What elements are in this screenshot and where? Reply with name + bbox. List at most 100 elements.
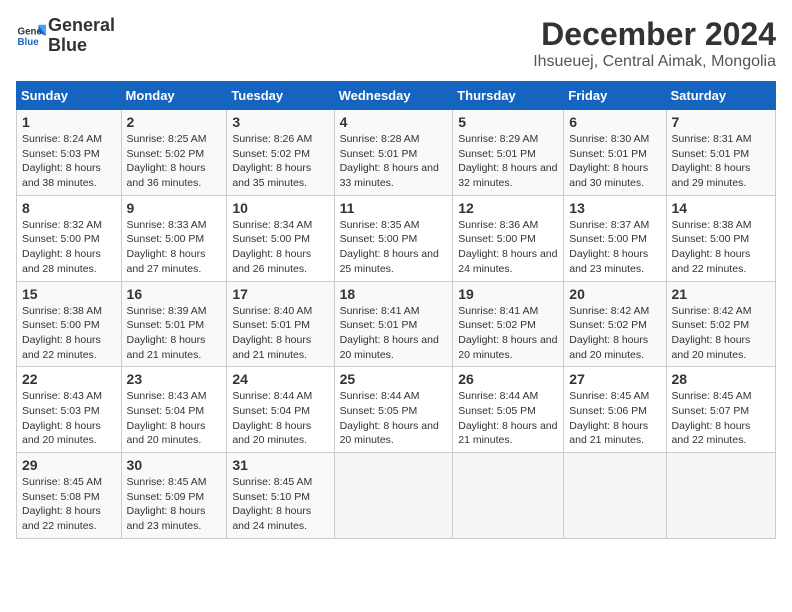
calendar-cell: 5 Sunrise: 8:29 AMSunset: 5:01 PMDaylight… xyxy=(453,110,564,196)
calendar-cell: 16Sunrise: 8:39 AMSunset: 5:01 PMDayligh… xyxy=(121,281,227,367)
calendar-cell: 22 Sunrise: 8:43 AMSunset: 5:03 PMDayligh… xyxy=(17,367,122,453)
calendar-cell: 10 Sunrise: 8:34 AMSunset: 5:00 PMDayligh… xyxy=(227,195,334,281)
day-number: 23 xyxy=(127,371,222,387)
calendar-cell xyxy=(564,453,666,539)
day-number: 21 xyxy=(672,286,770,302)
page-subtitle: Ihsueuej, Central Aimak, Mongolia xyxy=(533,53,776,71)
day-number: 19 xyxy=(458,286,558,302)
calendar-cell: 15 Sunrise: 8:38 AMSunset: 5:00 PMDayligh… xyxy=(17,281,122,367)
day-number: 20 xyxy=(569,286,660,302)
col-header-saturday: Saturday xyxy=(666,82,775,110)
col-header-wednesday: Wednesday xyxy=(334,82,453,110)
day-number: 18 xyxy=(340,286,448,302)
day-info: Sunrise: 8:41 AMSunset: 5:02 PMDaylight:… xyxy=(458,304,558,363)
day-number: 13 xyxy=(569,200,660,216)
day-number: 25 xyxy=(340,371,448,387)
day-number: 31 xyxy=(232,457,328,473)
calendar-cell: 14Sunrise: 8:38 AMSunset: 5:00 PMDayligh… xyxy=(666,195,775,281)
calendar-cell xyxy=(666,453,775,539)
day-info: Sunrise: 8:39 AMSunset: 5:01 PMDaylight:… xyxy=(127,304,222,363)
day-info: Sunrise: 8:43 AMSunset: 5:04 PMDaylight:… xyxy=(127,389,222,448)
day-info: Sunrise: 8:32 AMSunset: 5:00 PMDaylight:… xyxy=(22,218,116,277)
header-section: General Blue General Blue December 2024 … xyxy=(16,16,776,71)
day-info: Sunrise: 8:45 AMSunset: 5:09 PMDaylight:… xyxy=(127,475,222,534)
title-block: December 2024 Ihsueuej, Central Aimak, M… xyxy=(533,16,776,71)
day-number: 7 xyxy=(672,114,770,130)
day-info: Sunrise: 8:41 AMSunset: 5:01 PMDaylight:… xyxy=(340,304,448,363)
day-number: 3 xyxy=(232,114,328,130)
page-title: December 2024 xyxy=(533,16,776,53)
day-number: 12 xyxy=(458,200,558,216)
day-info: Sunrise: 8:29 AMSunset: 5:01 PMDaylight:… xyxy=(458,132,558,191)
day-info: Sunrise: 8:44 AMSunset: 5:05 PMDaylight:… xyxy=(458,389,558,448)
day-number: 29 xyxy=(22,457,116,473)
calendar-cell: 31 Sunrise: 8:45 AMSunset: 5:10 PMDayligh… xyxy=(227,453,334,539)
day-info: Sunrise: 8:40 AMSunset: 5:01 PMDaylight:… xyxy=(232,304,328,363)
day-number: 26 xyxy=(458,371,558,387)
day-number: 10 xyxy=(232,200,328,216)
day-number: 1 xyxy=(22,114,116,130)
calendar-cell: 13Sunrise: 8:37 AMSunset: 5:00 PMDayligh… xyxy=(564,195,666,281)
calendar-cell: 17 Sunrise: 8:40 AMSunset: 5:01 PMDayligh… xyxy=(227,281,334,367)
calendar-cell: 24Sunrise: 8:44 AMSunset: 5:04 PMDayligh… xyxy=(227,367,334,453)
day-info: Sunrise: 8:31 AMSunset: 5:01 PMDaylight:… xyxy=(672,132,770,191)
day-number: 11 xyxy=(340,200,448,216)
day-number: 9 xyxy=(127,200,222,216)
calendar-cell: 30Sunrise: 8:45 AMSunset: 5:09 PMDayligh… xyxy=(121,453,227,539)
calendar-cell: 26 Sunrise: 8:44 AMSunset: 5:05 PMDayligh… xyxy=(453,367,564,453)
calendar-cell: 18 Sunrise: 8:41 AMSunset: 5:01 PMDayligh… xyxy=(334,281,453,367)
day-number: 22 xyxy=(22,371,116,387)
calendar-table: SundayMondayTuesdayWednesdayThursdayFrid… xyxy=(16,81,776,539)
calendar-cell: 6 Sunrise: 8:30 AMSunset: 5:01 PMDaylight… xyxy=(564,110,666,196)
col-header-tuesday: Tuesday xyxy=(227,82,334,110)
calendar-cell: 2 Sunrise: 8:25 AMSunset: 5:02 PMDaylight… xyxy=(121,110,227,196)
day-info: Sunrise: 8:33 AMSunset: 5:00 PMDaylight:… xyxy=(127,218,222,277)
calendar-cell xyxy=(453,453,564,539)
day-info: Sunrise: 8:38 AMSunset: 5:00 PMDaylight:… xyxy=(22,304,116,363)
logo-line1: General xyxy=(48,16,115,36)
svg-text:Blue: Blue xyxy=(18,37,40,48)
col-header-thursday: Thursday xyxy=(453,82,564,110)
day-info: Sunrise: 8:42 AMSunset: 5:02 PMDaylight:… xyxy=(569,304,660,363)
day-info: Sunrise: 8:24 AMSunset: 5:03 PMDaylight:… xyxy=(22,132,116,191)
col-header-friday: Friday xyxy=(564,82,666,110)
day-info: Sunrise: 8:28 AMSunset: 5:01 PMDaylight:… xyxy=(340,132,448,191)
day-number: 2 xyxy=(127,114,222,130)
calendar-cell: 23 Sunrise: 8:43 AMSunset: 5:04 PMDayligh… xyxy=(121,367,227,453)
day-number: 4 xyxy=(340,114,448,130)
calendar-cell: 19 Sunrise: 8:41 AMSunset: 5:02 PMDayligh… xyxy=(453,281,564,367)
logo-line2: Blue xyxy=(48,36,115,56)
day-info: Sunrise: 8:42 AMSunset: 5:02 PMDaylight:… xyxy=(672,304,770,363)
calendar-cell: 21 Sunrise: 8:42 AMSunset: 5:02 PMDayligh… xyxy=(666,281,775,367)
col-header-monday: Monday xyxy=(121,82,227,110)
day-info: Sunrise: 8:36 AMSunset: 5:00 PMDaylight:… xyxy=(458,218,558,277)
calendar-cell: 29 Sunrise: 8:45 AMSunset: 5:08 PMDayligh… xyxy=(17,453,122,539)
calendar-cell: 11 Sunrise: 8:35 AMSunset: 5:00 PMDayligh… xyxy=(334,195,453,281)
day-number: 24 xyxy=(232,371,328,387)
day-number: 8 xyxy=(22,200,116,216)
day-number: 17 xyxy=(232,286,328,302)
day-number: 5 xyxy=(458,114,558,130)
day-info: Sunrise: 8:45 AMSunset: 5:07 PMDaylight:… xyxy=(672,389,770,448)
calendar-cell: 3Sunrise: 8:26 AMSunset: 5:02 PMDaylight… xyxy=(227,110,334,196)
day-info: Sunrise: 8:25 AMSunset: 5:02 PMDaylight:… xyxy=(127,132,222,191)
calendar-cell: 7 Sunrise: 8:31 AMSunset: 5:01 PMDaylight… xyxy=(666,110,775,196)
col-header-sunday: Sunday xyxy=(17,82,122,110)
calendar-cell: 20 Sunrise: 8:42 AMSunset: 5:02 PMDayligh… xyxy=(564,281,666,367)
day-info: Sunrise: 8:45 AMSunset: 5:06 PMDaylight:… xyxy=(569,389,660,448)
day-info: Sunrise: 8:45 AMSunset: 5:08 PMDaylight:… xyxy=(22,475,116,534)
day-info: Sunrise: 8:35 AMSunset: 5:00 PMDaylight:… xyxy=(340,218,448,277)
day-number: 6 xyxy=(569,114,660,130)
day-info: Sunrise: 8:44 AMSunset: 5:05 PMDaylight:… xyxy=(340,389,448,448)
day-number: 14 xyxy=(672,200,770,216)
calendar-cell: 25 Sunrise: 8:44 AMSunset: 5:05 PMDayligh… xyxy=(334,367,453,453)
logo: General Blue General Blue xyxy=(16,16,115,56)
day-info: Sunrise: 8:30 AMSunset: 5:01 PMDaylight:… xyxy=(569,132,660,191)
day-number: 15 xyxy=(22,286,116,302)
day-info: Sunrise: 8:43 AMSunset: 5:03 PMDaylight:… xyxy=(22,389,116,448)
day-info: Sunrise: 8:45 AMSunset: 5:10 PMDaylight:… xyxy=(232,475,328,534)
day-info: Sunrise: 8:34 AMSunset: 5:00 PMDaylight:… xyxy=(232,218,328,277)
calendar-cell: 8 Sunrise: 8:32 AMSunset: 5:00 PMDaylight… xyxy=(17,195,122,281)
calendar-cell: 4 Sunrise: 8:28 AMSunset: 5:01 PMDaylight… xyxy=(334,110,453,196)
calendar-cell: 28Sunrise: 8:45 AMSunset: 5:07 PMDayligh… xyxy=(666,367,775,453)
